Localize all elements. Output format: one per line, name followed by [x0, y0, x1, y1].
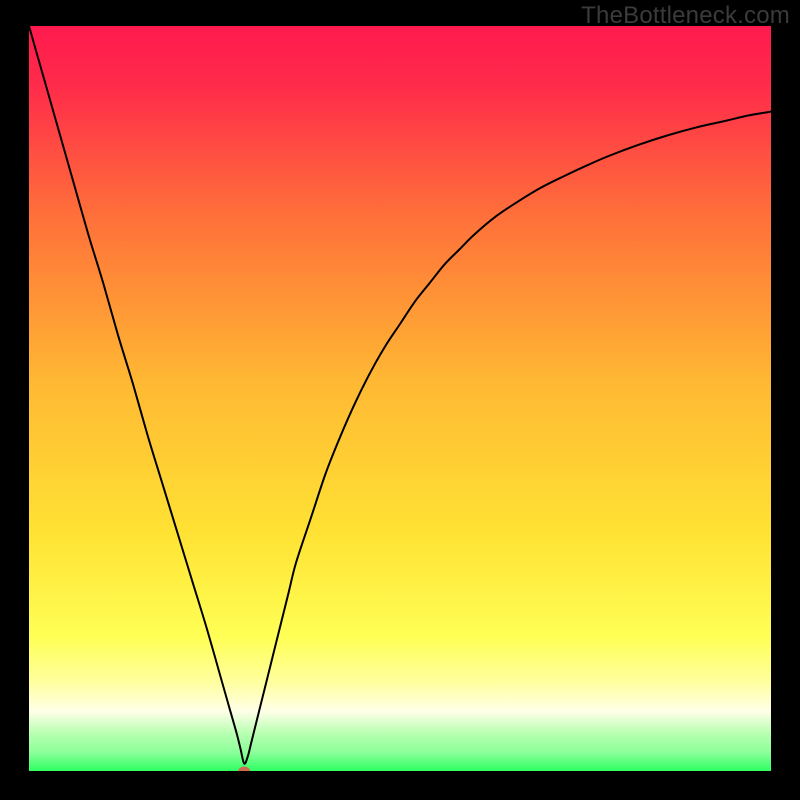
chart-frame: TheBottleneck.com [0, 0, 800, 800]
watermark-text: TheBottleneck.com [581, 2, 790, 30]
chart-plot [29, 26, 771, 771]
